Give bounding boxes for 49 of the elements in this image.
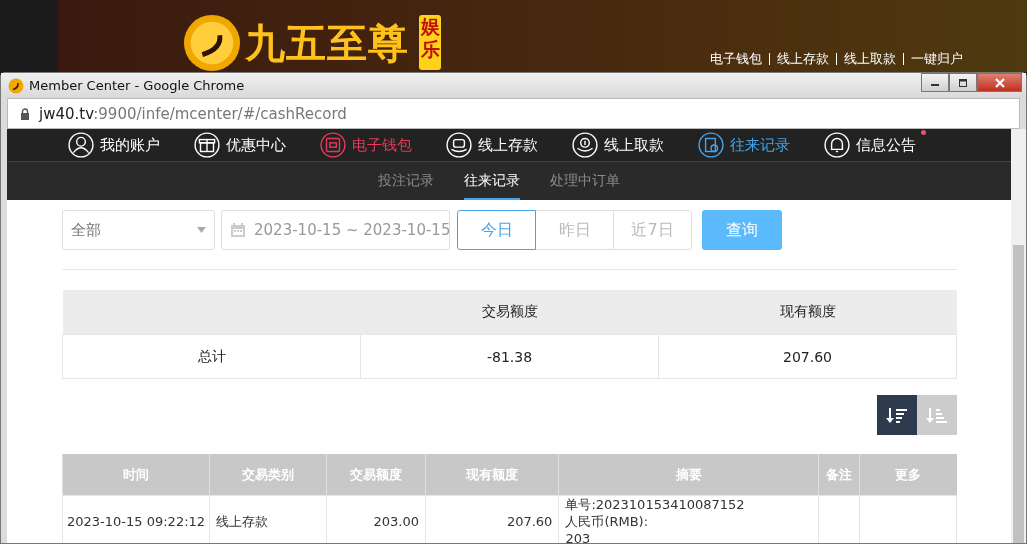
document-icon [697,132,724,158]
sub-tab[interactable]: 投注记录 [378,162,434,200]
table-cell: 总计 [62,334,361,379]
maximize-button[interactable] [949,73,977,92]
user-icon [67,132,94,158]
sub-tab[interactable]: 往来记录 [464,162,520,200]
nav-item[interactable]: 电子钱包 [319,129,412,161]
header-link[interactable]: 线上存款 [777,50,829,68]
lock-icon [20,107,30,120]
header-link[interactable]: 一键归户 [911,50,963,68]
nav-item[interactable]: 线上存款 [445,129,538,161]
table-cell: 203.00 [326,495,426,543]
header-link[interactable]: 电子钱包 [710,50,762,68]
summary-line: 人民币(RMB): [565,513,650,530]
summary-line: 单号:202310153410087152 [565,496,746,513]
table-cell: 207.60 [425,495,559,543]
nav-item[interactable]: 信息公告 [823,129,916,161]
nav-item[interactable]: 线上取款 [571,129,664,161]
app-icon [8,77,24,94]
sub-tab[interactable]: 处理中订单 [550,162,620,200]
wallet-icon [319,132,346,158]
scrollbar[interactable] [1011,129,1026,543]
close-button[interactable] [977,73,1022,92]
window-title: Member Center - Google Chrome [29,78,245,93]
column-header: 现有额度 [658,290,957,335]
brand-name: 九五至尊 [245,19,409,68]
minimize-button[interactable] [921,73,949,92]
brand-tag: 娱乐 [419,15,441,70]
close-icon [993,77,1006,88]
sort-desc-button[interactable] [877,395,917,435]
url-text: jw40.tv:9900/infe/mcenter/#/cashRecord [39,104,347,123]
table-cell: -81.38 [360,334,659,379]
table-cell: 线上存款 [209,495,327,543]
nav-item[interactable]: 我的账户 [67,129,160,161]
nav-item[interactable]: 优惠中心 [193,129,286,161]
gift-icon [193,132,220,158]
table-cell: 2023-10-15 09:22:12 [62,495,210,543]
column-header: 交易额度 [360,290,659,335]
type-select[interactable]: 全部 [62,210,215,250]
calendar-icon [230,222,246,238]
address-bar[interactable]: jw40.tv:9900/infe/mcenter/#/cashRecord [7,98,1020,129]
table-cell: 207.60 [658,334,957,379]
logo-icon [183,14,241,72]
summary-line: 203 [565,530,592,543]
nav-item[interactable]: 往来记录 [697,129,790,161]
bell-icon [823,132,850,158]
caret-icon [197,227,206,233]
header-link[interactable]: 线上取款 [844,50,896,68]
maximize-icon [958,78,968,87]
